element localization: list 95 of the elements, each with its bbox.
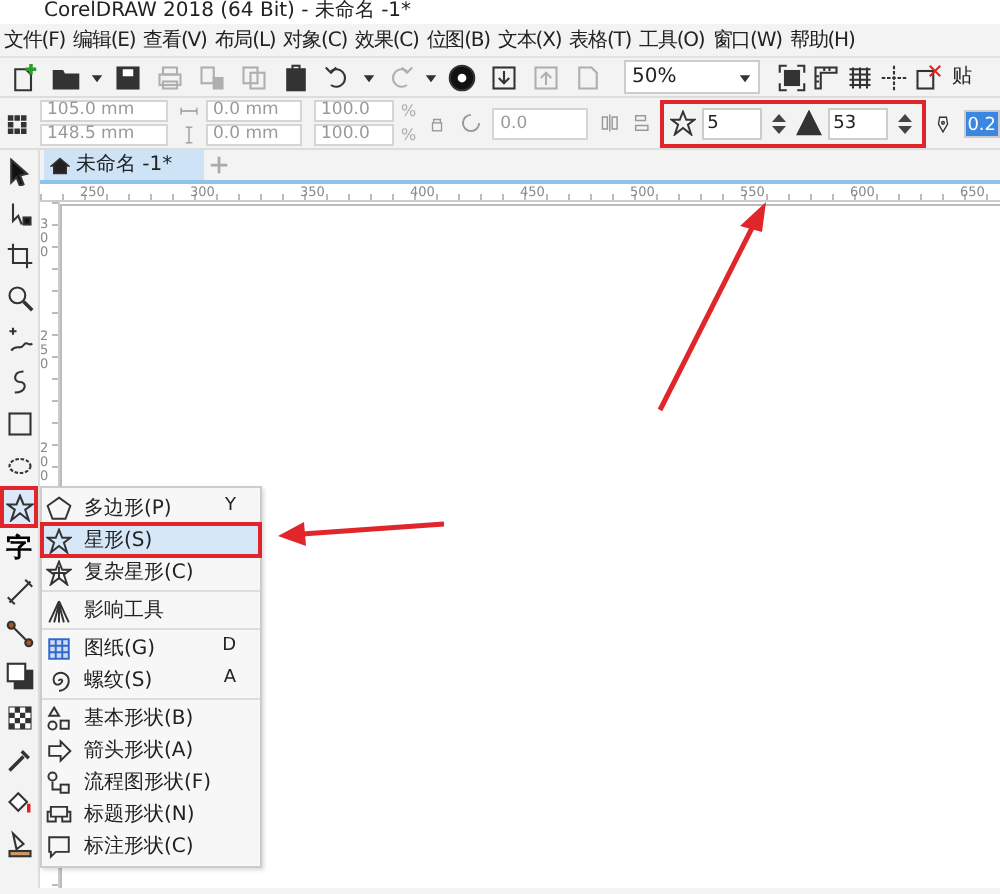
freehand-icon (5, 325, 33, 353)
flowchart-icon (46, 769, 72, 795)
menu-item[interactable]: 图纸(G) D (42, 632, 260, 664)
menu-label: 多边形(P) (84, 495, 172, 523)
menu-item[interactable]: 标题形状(N) (42, 798, 260, 830)
shortcut-label: D (222, 634, 238, 661)
menu-item[interactable]: 复杂星形(C) (42, 556, 260, 588)
delete-icon[interactable] (914, 63, 942, 91)
save-icon[interactable] (114, 63, 142, 91)
unit-label: % (401, 100, 417, 122)
star-icon (669, 110, 696, 136)
menu-item[interactable]: 多边形(P) Y (42, 492, 260, 524)
speech-bubble-icon (46, 833, 72, 859)
menu-item[interactable]: 表格(T) (565, 25, 636, 55)
sharpness-triangle-icon (795, 110, 822, 136)
star-points-field[interactable]: 5 (701, 107, 762, 139)
menu-item[interactable]: 布局(L) (210, 25, 280, 55)
basic-shapes-icon (46, 705, 72, 731)
eyedropper-icon (5, 745, 33, 773)
menu-item[interactable]: 帮助(H) (785, 25, 859, 55)
zoom-level-value: 50% (632, 64, 677, 92)
menu-item[interactable]: 流程图形状(F) (42, 766, 260, 798)
menu-item[interactable]: 效果(C) (351, 25, 423, 55)
menu-item[interactable]: 箭头形状(A) (42, 734, 260, 766)
menu-item[interactable]: 文件(F) (0, 25, 70, 55)
house-icon (50, 155, 70, 175)
pen-nib-icon[interactable] (933, 111, 952, 135)
menu-label: 图纸(G) (84, 635, 156, 663)
disc-icon[interactable] (448, 63, 476, 91)
menu-item[interactable]: 螺纹(S) A (42, 664, 260, 696)
menu-label: 标题形状(N) (84, 801, 195, 829)
caret-icon[interactable] (90, 70, 104, 84)
menu-item[interactable]: 星形(S) (42, 524, 260, 556)
caret-icon[interactable] (362, 70, 376, 84)
full-screen-icon[interactable] (778, 63, 806, 91)
unit-label: % (401, 124, 417, 146)
menu-item[interactable]: 窗口(W) (708, 25, 786, 55)
checkerboard-icon (5, 703, 33, 731)
menu-label: 星形(S) (84, 527, 153, 555)
rectangle-icon (5, 409, 33, 437)
polygon-icon (46, 495, 72, 521)
graph-paper-icon (46, 635, 72, 661)
menu-item[interactable]: 位图(B) (422, 25, 494, 55)
text-tool-button[interactable]: 字 (0, 528, 38, 570)
menu-label: 螺纹(S) (84, 667, 153, 695)
menu-item[interactable]: 文本(X) (493, 25, 566, 55)
zoom-level-dropdown[interactable]: 50% (624, 60, 760, 94)
mirror-vertical-icon[interactable] (631, 110, 652, 136)
clipboard-icon[interactable] (282, 63, 310, 91)
import-icon[interactable] (490, 63, 518, 91)
crop-icon (5, 241, 33, 269)
smart-fill-icon (5, 829, 33, 857)
arrow-shape-icon (46, 737, 72, 763)
undo-icon[interactable] (324, 63, 352, 91)
menu-item[interactable]: 基本形状(B) (42, 702, 260, 734)
sharpness-field[interactable]: 53 (827, 107, 888, 139)
outline-width-field[interactable]: 0.2 (963, 109, 1000, 137)
toolbar-label[interactable]: 贴 (948, 62, 975, 92)
menu-label: 基本形状(B) (84, 705, 194, 733)
banner-icon (46, 801, 72, 827)
star-icon (5, 493, 33, 521)
tool-button[interactable] (0, 486, 38, 528)
menu-label: 标注形状(C) (84, 833, 194, 861)
connector-icon (5, 619, 33, 647)
star-icon (46, 527, 72, 553)
guidelines-icon[interactable] (880, 63, 908, 91)
menu-label: 影响工具 (84, 597, 164, 625)
ruler-icon[interactable] (812, 63, 840, 91)
caret-icon[interactable] (738, 70, 752, 84)
shortcut-label: A (223, 666, 238, 693)
width-icon (179, 102, 198, 120)
new-document-icon[interactable] (10, 63, 38, 91)
menu-item[interactable]: 工具(O) (635, 25, 709, 55)
zoom-icon (5, 283, 33, 311)
node-grid-icon[interactable] (6, 109, 28, 137)
pointer-icon (5, 157, 33, 185)
menu-item[interactable]: 影响工具 (42, 594, 260, 626)
burst-lines-icon (46, 597, 72, 623)
menu-item[interactable]: 标注形状(C) (42, 830, 260, 862)
rotate-icon (458, 110, 485, 136)
menu-item[interactable]: 查看(V) (139, 25, 211, 55)
mirror-horizontal-icon[interactable] (600, 110, 620, 136)
menu-label: 流程图形状(F) (84, 769, 212, 797)
dimension-icon (5, 577, 33, 605)
document-tab[interactable]: 未命名 -1* (44, 150, 205, 180)
shortcut-label: Y (225, 494, 238, 521)
paint-bucket-icon (5, 787, 33, 815)
menu-label: 复杂星形(C) (84, 559, 194, 587)
complex-star-icon (46, 559, 72, 585)
window-title: CorelDRAW 2018 (64 Bit) - 未命名 -1* (44, 0, 412, 22)
menu-item[interactable]: 编辑(E) (69, 25, 140, 55)
shadow-icon (5, 661, 33, 689)
menu-label: 箭头形状(A) (84, 737, 194, 765)
grid-icon[interactable] (846, 63, 874, 91)
menu-item[interactable]: 对象(C) (279, 25, 352, 55)
